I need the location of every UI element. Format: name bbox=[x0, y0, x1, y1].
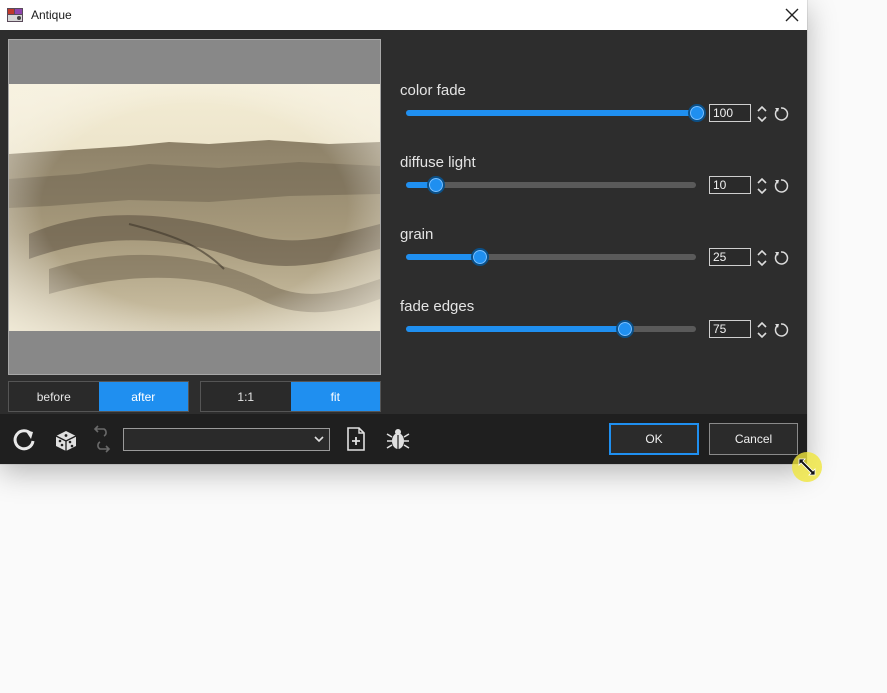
slider-reset-icon[interactable] bbox=[773, 106, 789, 122]
slider-track[interactable] bbox=[406, 320, 696, 338]
slider-row: fade edges 75 bbox=[400, 298, 800, 358]
bug-icon[interactable] bbox=[386, 427, 410, 451]
ok-button[interactable]: OK bbox=[609, 423, 699, 455]
window-title: Antique bbox=[31, 8, 72, 22]
zoom-toggle: 1:1 fit bbox=[200, 381, 381, 412]
close-button[interactable] bbox=[777, 0, 807, 30]
before-after-toggle: before after bbox=[8, 381, 189, 412]
slider-row: diffuse light 10 bbox=[400, 154, 800, 214]
spinner-icon[interactable] bbox=[756, 176, 768, 196]
resize-cursor-icon bbox=[798, 458, 816, 476]
after-button[interactable]: after bbox=[98, 382, 188, 411]
slider-label: diffuse light bbox=[400, 154, 476, 171]
slider-thumb[interactable] bbox=[470, 248, 489, 266]
slider-reset-icon[interactable] bbox=[773, 178, 789, 194]
slider-label: fade edges bbox=[400, 298, 475, 315]
slider-thumb[interactable] bbox=[427, 176, 445, 194]
spinner-icon[interactable] bbox=[756, 248, 768, 268]
slider-fill bbox=[406, 110, 696, 116]
dice-icon[interactable] bbox=[53, 427, 79, 453]
slider-row: grain 25 bbox=[400, 226, 800, 286]
dialog-window: Antique before after 1:1 fit color fade … bbox=[0, 0, 807, 464]
slider-fill bbox=[406, 254, 479, 260]
close-icon bbox=[785, 8, 799, 22]
slider-reset-icon[interactable] bbox=[773, 322, 789, 338]
chevron-down-icon bbox=[314, 436, 324, 443]
preset-select[interactable] bbox=[123, 428, 330, 451]
app-icon bbox=[7, 8, 23, 22]
slider-track[interactable] bbox=[406, 104, 706, 122]
cancel-button[interactable]: Cancel bbox=[709, 423, 798, 455]
slider-thumb[interactable] bbox=[615, 320, 634, 338]
slider-label: color fade bbox=[400, 82, 466, 99]
reset-icon[interactable] bbox=[11, 427, 37, 453]
slider-value-input[interactable]: 10 bbox=[709, 176, 751, 194]
slider-reset-icon[interactable] bbox=[773, 250, 789, 266]
slider-label: grain bbox=[400, 226, 434, 243]
zoom-1to1-button[interactable]: 1:1 bbox=[201, 382, 291, 411]
slider-track[interactable] bbox=[406, 176, 696, 194]
slider-thumb[interactable] bbox=[688, 104, 706, 122]
before-button[interactable]: before bbox=[9, 382, 99, 411]
slider-value-input[interactable]: 25 bbox=[709, 248, 751, 266]
undo-icon[interactable] bbox=[93, 423, 111, 437]
bottom-toolbar: OK Cancel bbox=[0, 414, 807, 464]
spinner-icon[interactable] bbox=[756, 320, 768, 340]
slider-value-input[interactable]: 100 bbox=[709, 104, 751, 122]
new-file-icon[interactable] bbox=[346, 427, 366, 451]
zoom-fit-button[interactable]: fit bbox=[290, 382, 380, 411]
redo-icon[interactable] bbox=[93, 441, 111, 455]
preview-photo bbox=[9, 84, 380, 331]
spinner-icon[interactable] bbox=[756, 104, 768, 124]
slider-row: color fade 100 bbox=[400, 82, 800, 142]
slider-value-input[interactable]: 75 bbox=[709, 320, 751, 338]
slider-track[interactable] bbox=[406, 248, 696, 266]
title-bar: Antique bbox=[0, 0, 807, 30]
image-preview bbox=[8, 39, 381, 375]
slider-fill bbox=[406, 326, 624, 332]
